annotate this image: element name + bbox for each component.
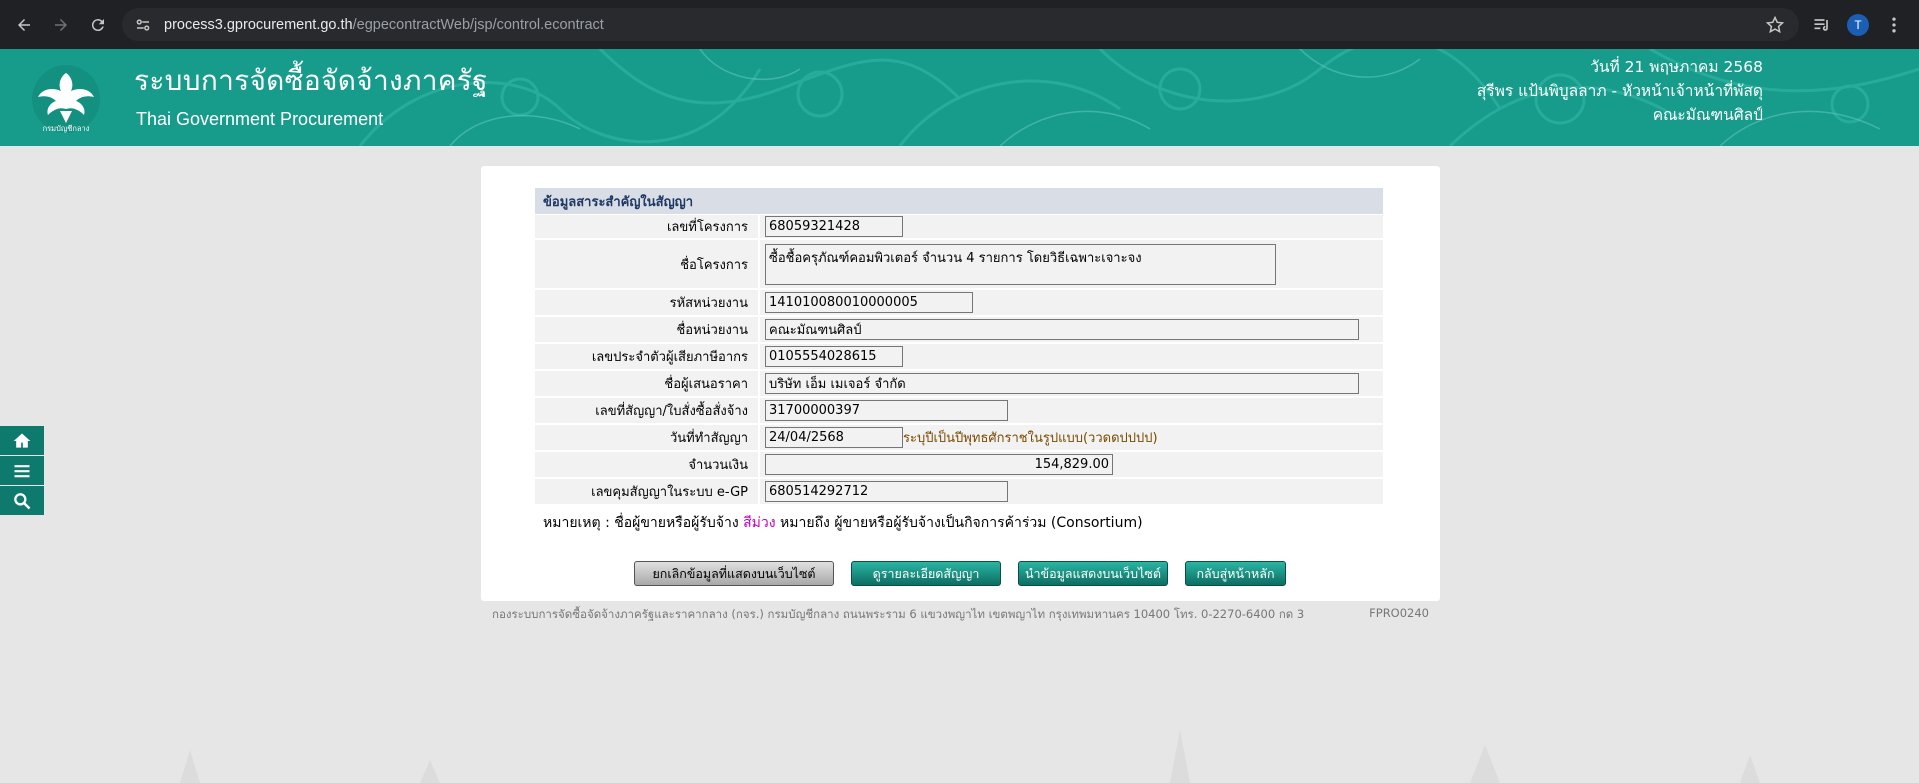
row-agency-name: ชื่อหน่วยงาน คณะมัณฑนศิลป์ xyxy=(535,317,1383,344)
egp-control-number-field[interactable]: 680514292712 xyxy=(765,481,1008,502)
project-number-field[interactable]: 68059321428 xyxy=(765,216,903,237)
cancel-website-display-button[interactable]: ยกเลิกข้อมูลที่แสดงบนเว็บไซต์ xyxy=(634,561,834,586)
field-label: วันที่ทำสัญญา xyxy=(535,425,760,450)
field-label: เลขที่สัญญา/ใบสั่งซื้อสั่งจ้าง xyxy=(535,398,760,423)
contract-panel: ข้อมูลสาระสำคัญในสัญญา เลขที่โครงการ 680… xyxy=(481,166,1440,601)
url-text: process3.gprocurement.go.th/egpecontract… xyxy=(164,16,604,33)
project-name-textarea[interactable]: ซื้อชื้อครุภัณฑ์คอมพิวเตอร์ จำนวน 4 รายก… xyxy=(765,243,1276,285)
logo-text: กรมบัญชีกลาง xyxy=(43,124,90,133)
site-settings-icon[interactable] xyxy=(134,16,152,34)
contract-info-table: ข้อมูลสาระสำคัญในสัญญา เลขที่โครงการ 680… xyxy=(535,188,1383,506)
profile-avatar[interactable]: T xyxy=(1847,13,1869,36)
side-toolbar xyxy=(0,426,44,516)
field-label: ชื่อโครงการ xyxy=(535,240,760,288)
row-bidder-name: ชื่อผู้เสนอราคา บริษัท เอ็ม เมเจอร์ จำกั… xyxy=(535,371,1383,398)
forward-icon[interactable] xyxy=(48,12,74,38)
agency-name-field[interactable]: คณะมัณฑนศิลป์ xyxy=(765,319,1359,340)
tax-id-field[interactable]: 0105554028615 xyxy=(765,346,903,367)
back-icon[interactable] xyxy=(11,12,37,38)
menu-kebab-icon[interactable] xyxy=(1884,15,1904,35)
amount-field[interactable]: 154,829.00 xyxy=(765,454,1113,475)
row-contract-date: วันที่ทำสัญญา 24/04/2568 ระบุปีเป็นปีพุท… xyxy=(535,425,1383,452)
view-contract-details-button[interactable]: ดูรายละเอียดสัญญา xyxy=(851,561,1001,586)
agency-code-field[interactable]: 141010080010000005 xyxy=(765,292,973,313)
system-subtitle: Thai Government Procurement xyxy=(136,109,384,129)
field-label: รหัสหน่วยงาน xyxy=(535,290,760,315)
address-bar[interactable]: process3.gprocurement.go.th/egpecontract… xyxy=(122,8,1799,41)
current-date: วันที่ 21 พฤษภาคม 2568 xyxy=(1590,58,1763,76)
browser-toolbar: process3.gprocurement.go.th/egpecontract… xyxy=(0,0,1919,49)
field-label: จำนวนเงิน xyxy=(535,452,760,477)
row-tax-id: เลขประจำตัวผู้เสียภาษีอากร 0105554028615 xyxy=(535,344,1383,371)
row-project-name: ชื่อโครงการ ซื้อชื้อครุภัณฑ์คอมพิวเตอร์ … xyxy=(535,240,1383,290)
system-title: ระบบการจัดซื้อจัดจ้างภาครัฐ xyxy=(134,64,488,97)
contract-number-field[interactable]: 31700000397 xyxy=(765,400,1008,421)
field-label: เลขคุมสัญญาในระบบ e-GP xyxy=(535,479,760,504)
action-buttons: ยกเลิกข้อมูลที่แสดงบนเว็บไซต์ ดูรายละเอี… xyxy=(481,561,1440,586)
background-decoration xyxy=(180,730,1760,783)
page-footer: กองระบบการจัดซื้อจัดจ้างภาครัฐและราคากลา… xyxy=(492,606,1429,624)
date-format-hint: ระบุปีเป็นปีพุทธศักราชในรูปแบบ(ววดดปปปป) xyxy=(903,431,1158,446)
row-project-number: เลขที่โครงการ 68059321428 xyxy=(535,215,1383,240)
row-amount: จำนวนเงิน 154,829.00 xyxy=(535,452,1383,479)
back-to-home-button[interactable]: กลับสู่หน้าหลัก xyxy=(1185,561,1286,586)
field-label: เลขที่โครงการ xyxy=(535,215,760,238)
user-info: วันที่ 21 พฤษภาคม 2568 สุรีพร แป้นพิบูลล… xyxy=(1477,55,1763,127)
field-label: ชื่อหน่วยงาน xyxy=(535,317,760,342)
home-icon[interactable] xyxy=(0,426,44,455)
user-name: สุรีพร แป้นพิบูลลาภ - หัวหน้าเจ้าหน้าที่… xyxy=(1476,82,1763,100)
consortium-note: หมายเหตุ : ชื่อผู้ขายหรือผู้รับจ้าง สีม่… xyxy=(543,515,1143,531)
footer-address: กองระบบการจัดซื้อจัดจ้างภาครัฐและราคากลา… xyxy=(492,607,1305,621)
page-code: FPRO0240 xyxy=(1369,606,1429,620)
publish-to-website-button[interactable]: นำข้อมูลแสดงบนเว็บไซต์ xyxy=(1018,561,1168,586)
section-heading: ข้อมูลสาระสำคัญในสัญญา xyxy=(535,188,1383,215)
search-icon[interactable] xyxy=(0,486,44,515)
field-label: เลขประจำตัวผู้เสียภาษีอากร xyxy=(535,344,760,369)
bookmark-star-icon[interactable] xyxy=(1765,15,1785,35)
site-header: กรมบัญชีกลาง ระบบการจัดซื้อจัดจ้างภาครัฐ… xyxy=(0,49,1919,146)
media-control-icon[interactable] xyxy=(1812,15,1832,35)
row-contract-number: เลขที่สัญญา/ใบสั่งซื้อสั่งจ้าง 317000003… xyxy=(535,398,1383,425)
menu-icon[interactable] xyxy=(0,456,44,485)
contract-date-field[interactable]: 24/04/2568 xyxy=(765,427,903,448)
user-org: คณะมัณฑนศิลป์ xyxy=(1652,106,1763,124)
field-label: ชื่อผู้เสนอราคา xyxy=(535,371,760,396)
row-egp-control-number: เลขคุมสัญญาในระบบ e-GP 680514292712 xyxy=(535,479,1383,506)
bidder-name-field[interactable]: บริษัท เอ็ม เมเจอร์ จำกัด xyxy=(765,373,1359,394)
reload-icon[interactable] xyxy=(85,12,111,38)
garuda-logo: กรมบัญชีกลาง xyxy=(30,63,102,135)
row-agency-code: รหัสหน่วยงาน 141010080010000005 xyxy=(535,290,1383,317)
